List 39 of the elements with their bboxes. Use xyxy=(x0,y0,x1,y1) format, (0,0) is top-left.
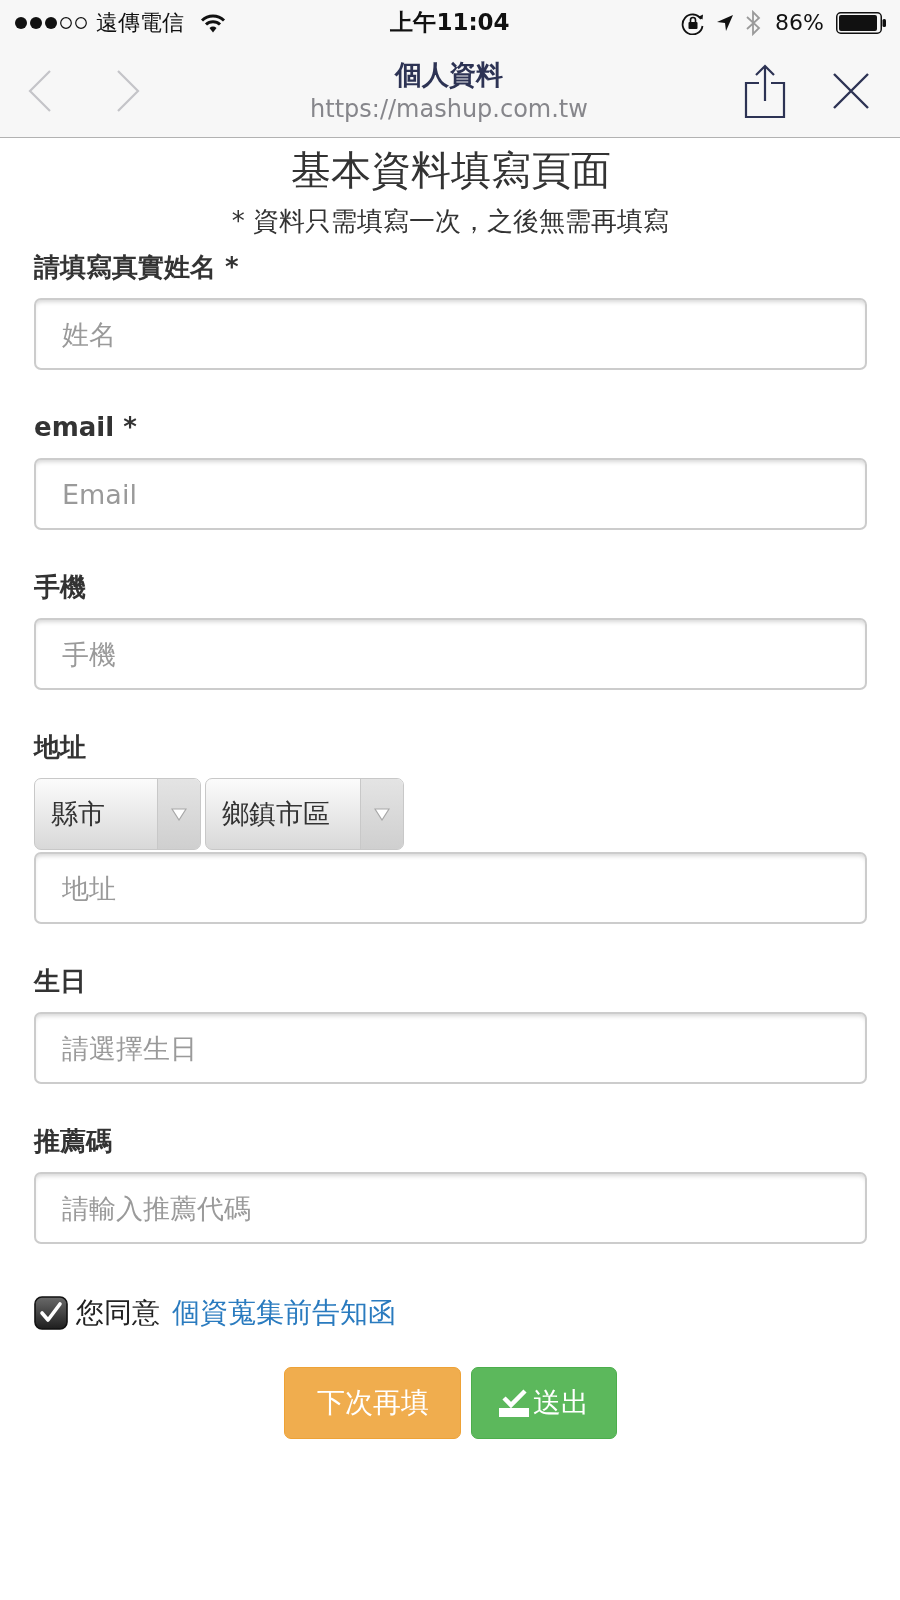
dropdown-arrow-icon xyxy=(171,807,187,821)
field-label: 推薦碼 xyxy=(34,1125,112,1158)
input-field[interactable]: 姓名 xyxy=(34,298,867,370)
chevron-right-icon xyxy=(116,69,140,113)
form-note: * 資料只需填寫一次，之後無需再填寫 xyxy=(230,205,671,238)
battery-percent: 86% xyxy=(775,10,824,35)
dropdown-arrow-icon xyxy=(374,807,390,821)
check-tray-icon xyxy=(499,1389,529,1417)
field-label: 地址 xyxy=(34,731,86,764)
close-icon xyxy=(832,72,870,110)
location-arrow-icon xyxy=(717,14,734,31)
battery-icon xyxy=(836,11,886,34)
carrier-name: 遠傳電信 xyxy=(96,8,184,37)
submit-button[interactable]: 送出 xyxy=(471,1367,617,1439)
url-text: https://mashup.com.tw xyxy=(310,94,588,125)
signal-icon xyxy=(14,15,88,30)
field-label: 生日 xyxy=(34,965,86,998)
consent-text: 您同意 xyxy=(76,1295,160,1331)
dropdown-select[interactable]: 縣市 xyxy=(34,778,201,850)
page-title: 個人資料 xyxy=(395,58,503,92)
share-icon xyxy=(744,63,786,119)
share-button[interactable] xyxy=(744,63,786,119)
input-field[interactable]: 手機 xyxy=(34,618,867,690)
field-label: 手機 xyxy=(34,571,86,604)
chevron-left-icon xyxy=(28,69,52,113)
field-label: email * xyxy=(34,411,137,444)
checkbox[interactable] xyxy=(34,1296,68,1330)
input-field[interactable]: Email xyxy=(34,458,867,530)
field-label: 請填寫真實姓名 * xyxy=(34,251,239,284)
wifi-icon xyxy=(200,12,226,33)
input-field[interactable]: 請選擇生日 xyxy=(34,1012,867,1084)
dropdown-select[interactable]: 鄉鎮市區 xyxy=(205,778,404,850)
form-heading: 基本資料填寫頁面 xyxy=(289,146,612,195)
input-field[interactable]: 請輸入推薦代碼 xyxy=(34,1172,867,1244)
bluetooth-icon xyxy=(745,9,762,36)
close-button[interactable] xyxy=(832,72,870,110)
status-time: 上午11:04 xyxy=(390,8,510,37)
input-field[interactable]: 地址 xyxy=(34,852,867,924)
privacy-notice-link[interactable]: 個資蒐集前告知函 xyxy=(172,1294,396,1332)
